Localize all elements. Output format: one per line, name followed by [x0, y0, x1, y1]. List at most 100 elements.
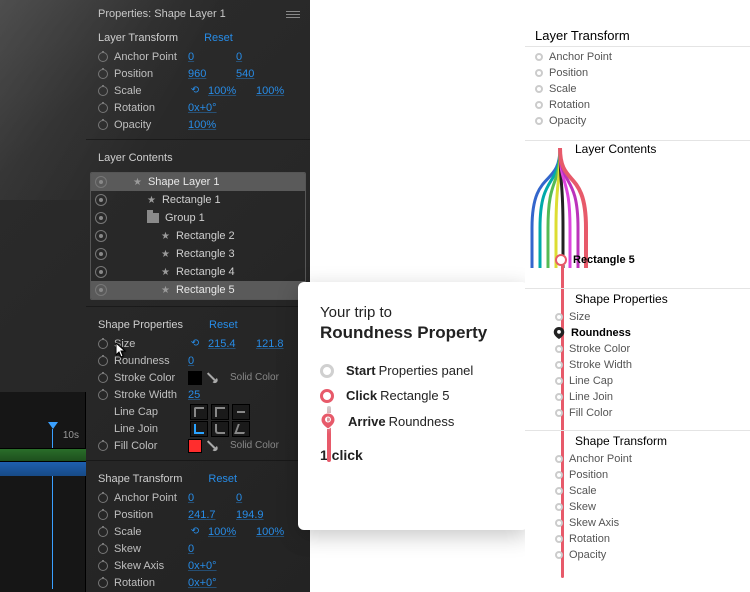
line-join-miter-button[interactable]: [190, 421, 208, 437]
stroke-color-type[interactable]: Solid Color: [230, 372, 279, 383]
link-icon[interactable]: ⟲: [188, 338, 202, 349]
fill-color-type[interactable]: Solid Color: [230, 440, 279, 451]
visibility-eye-icon[interactable]: [95, 266, 107, 278]
visibility-eye-icon[interactable]: [95, 284, 107, 296]
prop-anchor-point: Anchor Point 0 0: [86, 48, 310, 65]
tree-row-rectangle-4[interactable]: ★ Rectangle 4: [91, 263, 305, 281]
size-x[interactable]: 215.4: [208, 338, 242, 350]
stopwatch-icon[interactable]: [98, 69, 108, 79]
size-y[interactable]: 121.8: [256, 338, 290, 350]
node-icon: [555, 535, 563, 543]
prop-line-join: Line Join: [86, 420, 310, 437]
link-icon[interactable]: ⟲: [188, 85, 202, 96]
stopwatch-icon[interactable]: [98, 373, 108, 383]
stopwatch-icon[interactable]: [98, 86, 108, 96]
visibility-eye-icon[interactable]: [95, 248, 107, 260]
trip-card-pretitle: Your trip to: [320, 304, 508, 321]
timeline-layer-bar-2[interactable]: [0, 462, 86, 476]
stopwatch-icon[interactable]: [98, 120, 108, 130]
tree-row-rectangle-1[interactable]: ★ Rectangle 1: [91, 191, 305, 209]
stroke-width-v[interactable]: 25: [188, 389, 222, 401]
map-rectangle-5: Rectangle 5: [555, 253, 635, 267]
stopwatch-icon[interactable]: [98, 441, 108, 451]
line-cap-butt-button[interactable]: [190, 404, 208, 420]
map-row: Line Join: [555, 390, 613, 404]
step-dot-icon: [320, 389, 334, 403]
stopwatch-icon[interactable]: [98, 510, 108, 520]
section-layer-contents: Layer Contents: [86, 146, 310, 168]
node-icon: [555, 393, 563, 401]
panel-menu-icon[interactable]: [286, 11, 300, 18]
tree-row-rectangle-2[interactable]: ★ Rectangle 2: [91, 227, 305, 245]
prop-st-scale: Scale ⟲ 100 100: [86, 523, 310, 540]
anchor-x[interactable]: 0: [188, 51, 222, 63]
line-cap-square-button[interactable]: [232, 404, 250, 420]
divider: [525, 430, 750, 431]
position-y[interactable]: 540: [236, 68, 270, 80]
node-icon: [555, 551, 563, 559]
map-row: Stroke Width: [555, 358, 632, 372]
eyedropper-icon[interactable]: [206, 437, 223, 454]
reset-shape-transform[interactable]: Reset: [208, 473, 237, 485]
reset-shape-properties[interactable]: Reset: [209, 319, 238, 331]
stopwatch-icon[interactable]: [98, 578, 108, 588]
map-layer-transform-title: Layer Transform: [535, 28, 630, 43]
line-join-bevel-button[interactable]: [232, 421, 250, 437]
stopwatch-icon[interactable]: [98, 52, 108, 62]
line-join-round-button[interactable]: [211, 421, 229, 437]
tree-row-shape-layer-1[interactable]: ★ Shape Layer 1: [91, 173, 305, 191]
fill-color-swatch[interactable]: [188, 439, 202, 453]
stopwatch-icon[interactable]: [98, 527, 108, 537]
layer-contents-tree: ★ Shape Layer 1 ★ Rectangle 1 Group 1 ★ …: [90, 172, 306, 300]
stopwatch-icon[interactable]: [98, 561, 108, 571]
step-arrive: ArriveRoundness: [320, 413, 508, 429]
tree-row-group-1[interactable]: Group 1: [91, 209, 305, 227]
tree-row-rectangle-5[interactable]: ★ Rectangle 5: [91, 281, 305, 299]
rotation-v[interactable]: 0x+0°: [188, 102, 222, 114]
star-icon: ★: [133, 177, 142, 188]
visibility-eye-icon[interactable]: [95, 230, 107, 242]
click-count: 1 click: [320, 447, 508, 463]
section-shape-properties: Shape Properties Reset: [86, 313, 310, 335]
reset-layer-transform[interactable]: Reset: [204, 32, 233, 44]
map-row: Rotation: [555, 532, 610, 546]
trip-card-title: Roundness Property: [320, 323, 508, 343]
visibility-eye-icon[interactable]: [95, 212, 107, 224]
playhead-icon[interactable]: [48, 422, 58, 429]
stopwatch-icon[interactable]: [98, 103, 108, 113]
prop-rotation: Rotation 0x+0°: [86, 99, 310, 116]
map-shape-transform-title: Shape Transform: [575, 434, 667, 448]
visibility-eye-icon[interactable]: [95, 194, 107, 206]
threads-graphic: [530, 148, 590, 268]
scale-x[interactable]: 100: [208, 85, 242, 97]
prop-st-skew: Skew 0: [86, 540, 310, 557]
star-icon: ★: [161, 285, 170, 296]
prop-stroke-color: Stroke Color Solid Color: [86, 369, 310, 386]
opacity-v[interactable]: 100: [188, 119, 222, 131]
map-row: Opacity: [555, 548, 606, 562]
stroke-color-swatch[interactable]: [188, 371, 202, 385]
scale-y[interactable]: 100: [256, 85, 290, 97]
stopwatch-icon[interactable]: [98, 390, 108, 400]
position-x[interactable]: 960: [188, 68, 222, 80]
link-icon[interactable]: ⟲: [188, 526, 202, 537]
eyedropper-icon[interactable]: [206, 369, 223, 386]
node-icon: [555, 455, 563, 463]
roundness-v[interactable]: 0: [188, 355, 222, 367]
star-icon: ★: [161, 231, 170, 242]
map-row: Opacity: [535, 114, 586, 128]
anchor-y[interactable]: 0: [236, 51, 270, 63]
stopwatch-icon[interactable]: [98, 493, 108, 503]
pin-icon: [320, 413, 336, 429]
visibility-eye-icon[interactable]: [95, 176, 107, 188]
divider: [86, 460, 310, 461]
timeline-layer-bar-1[interactable]: [0, 448, 86, 462]
node-icon: [555, 519, 563, 527]
stopwatch-icon[interactable]: [98, 544, 108, 554]
stopwatch-icon[interactable]: [98, 356, 108, 366]
node-icon: [535, 117, 543, 125]
stopwatch-icon[interactable]: [98, 339, 108, 349]
tree-row-rectangle-3[interactable]: ★ Rectangle 3: [91, 245, 305, 263]
line-cap-round-button[interactable]: [211, 404, 229, 420]
step-dot-icon: [320, 364, 334, 378]
